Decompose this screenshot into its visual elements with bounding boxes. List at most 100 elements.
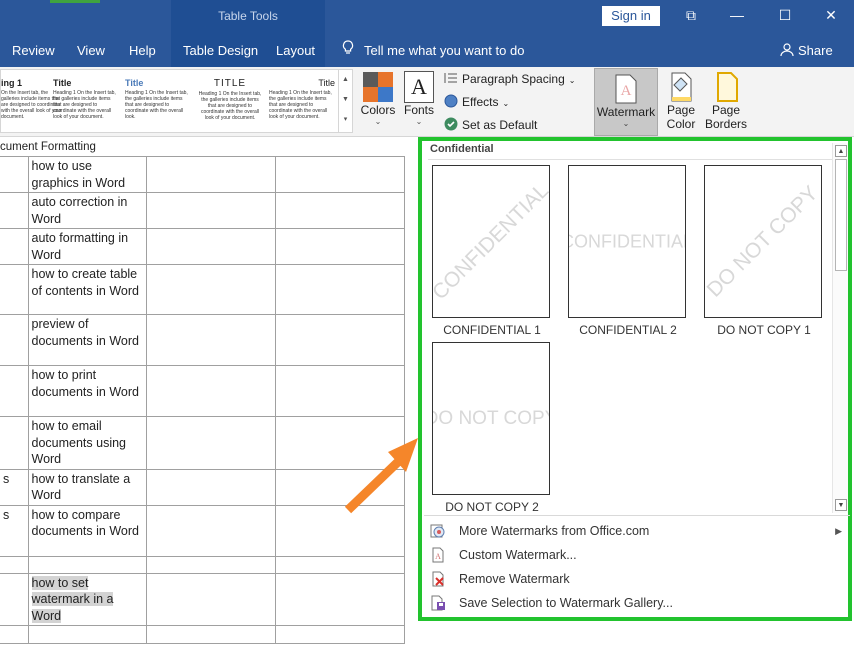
- document-table[interactable]: how to use graphics in Word auto correct…: [0, 156, 405, 644]
- colors-label: Colors: [360, 103, 396, 117]
- document-style-gallery[interactable]: ing 1 On the Insert tab, the galleries i…: [0, 69, 353, 133]
- table-row: auto correction in Word: [0, 192, 405, 229]
- remove-watermark-menu-item[interactable]: Remove Watermark: [428, 568, 846, 590]
- watermark-preview: CONFIDENTIAL: [568, 165, 686, 318]
- gallery-scrollbar[interactable]: ▲ ▼: [832, 143, 848, 513]
- more-watermarks-menu-item[interactable]: More Watermarks from Office.com ▶: [428, 520, 846, 542]
- paragraph-spacing-button[interactable]: Paragraph Spacing ⌄: [444, 71, 575, 86]
- share-button[interactable]: Share: [780, 40, 833, 62]
- page-color-button[interactable]: Page Color: [664, 69, 698, 133]
- selected-text[interactable]: how to set watermark in a Word: [31, 575, 114, 623]
- table-cell[interactable]: how to translate a Word: [27, 468, 147, 506]
- watermark-caption: DO NOT COPY 1: [717, 323, 811, 337]
- close-icon[interactable]: ✕: [816, 4, 846, 26]
- custom-watermark-menu-item[interactable]: A Custom Watermark...: [428, 544, 846, 566]
- sign-in-button[interactable]: Sign in: [602, 6, 660, 26]
- watermark-confidential-1[interactable]: CONFIDENTIAL CONFIDENTIAL 1: [432, 165, 552, 340]
- minimize-icon[interactable]: —: [722, 4, 752, 26]
- tell-me-label: Tell me what you want to do: [364, 43, 525, 58]
- table-row: how to set watermark in a Word: [0, 572, 405, 626]
- watermark-caption: CONFIDENTIAL 1: [443, 323, 541, 337]
- gallery-more-icon[interactable]: ▾: [339, 110, 352, 130]
- style-thumb-3[interactable]: Title Heading 1 On the Insert tab, the g…: [125, 74, 191, 130]
- lightbulb-icon: [340, 40, 356, 62]
- document-heading: cument Formatting: [0, 141, 96, 153]
- gallery-up-icon[interactable]: ▲: [339, 70, 352, 90]
- watermark-do-not-copy-2[interactable]: DO NOT COPY DO NOT COPY 2: [432, 342, 552, 517]
- ribbon: ing 1 On the Insert tab, the galleries i…: [0, 67, 854, 137]
- colors-button[interactable]: Colors ⌄: [358, 69, 398, 133]
- watermark-gallery-panel: Confidential CONFIDENTIAL CONFIDENTIAL 1…: [418, 137, 852, 621]
- tab-review[interactable]: Review: [12, 40, 55, 62]
- annotation-arrow-icon: [344, 438, 418, 514]
- effects-icon: [444, 94, 458, 108]
- custom-watermark-icon: A: [432, 547, 444, 563]
- scroll-down-icon[interactable]: ▼: [835, 499, 847, 511]
- table-cell[interactable]: how to set watermark in a Word: [27, 572, 147, 626]
- context-group-title: Table Tools: [218, 9, 278, 23]
- autosave-indicator: [50, 0, 100, 3]
- tab-table-design[interactable]: Table Design: [183, 40, 258, 62]
- divider: [428, 159, 832, 160]
- watermark-preview: DO NOT COPY: [432, 342, 550, 495]
- watermark-preview: DO NOT COPY: [704, 165, 822, 318]
- table-cell[interactable]: how to create table of contents in Word: [27, 264, 147, 315]
- watermark-do-not-copy-1[interactable]: DO NOT COPY DO NOT COPY 1: [704, 165, 824, 340]
- table-row: how to print documents in Word: [0, 365, 405, 417]
- style-thumb-4[interactable]: TITLE Heading 1 On the Insert tab, the g…: [197, 74, 263, 130]
- page-borders-icon: [717, 72, 738, 102]
- watermark-button[interactable]: A Watermark ⌄: [594, 68, 658, 136]
- paragraph-spacing-icon: [444, 73, 457, 83]
- scrollbar-thumb[interactable]: [835, 159, 847, 271]
- table-cell[interactable]: preview of documents in Word: [27, 314, 147, 366]
- tab-layout[interactable]: Layout: [276, 40, 315, 62]
- effects-button[interactable]: Effects ⌄: [444, 94, 509, 109]
- style-thumb-2[interactable]: Title Heading 1 On the Insert tab, the g…: [53, 74, 119, 130]
- colors-icon: [363, 72, 393, 102]
- watermark-preview: CONFIDENTIAL: [432, 165, 550, 318]
- table-row: auto formatting in Word: [0, 228, 405, 265]
- page-color-icon: [671, 72, 692, 102]
- fonts-button[interactable]: A Fonts ⌄: [400, 69, 438, 133]
- table-cell[interactable]: auto formatting in Word: [27, 228, 147, 265]
- table-row: [0, 625, 405, 644]
- save-to-gallery-menu-item[interactable]: Save Selection to Watermark Gallery...: [428, 592, 846, 614]
- remove-watermark-icon: [432, 571, 444, 587]
- scroll-up-icon[interactable]: ▲: [835, 145, 847, 157]
- table-row: how to use graphics in Word: [0, 156, 405, 193]
- fonts-dropdown-icon: ⌄: [415, 117, 423, 126]
- table-cell[interactable]: how to print documents in Word: [27, 365, 147, 417]
- checkmark-icon: [444, 117, 458, 131]
- watermark-confidential-2[interactable]: CONFIDENTIAL CONFIDENTIAL 2: [568, 165, 688, 340]
- table-cell[interactable]: auto correction in Word: [27, 192, 147, 229]
- style-thumb-5[interactable]: Title Heading 1 On the Insert tab, the g…: [269, 74, 335, 130]
- watermark-icon: A: [615, 74, 637, 104]
- set-as-default-button[interactable]: Set as Default: [444, 117, 537, 132]
- table-row: how to create table of contents in Word: [0, 264, 405, 315]
- svg-text:A: A: [435, 552, 441, 561]
- table-cell[interactable]: how to email documents using Word: [27, 416, 147, 470]
- table-cell[interactable]: how to compare documents in Word: [27, 504, 147, 557]
- gallery-scrollbar[interactable]: ▲ ▼ ▾: [338, 70, 352, 132]
- watermark-dropdown-icon: ⌄: [622, 119, 630, 128]
- watermark-caption: CONFIDENTIAL 2: [579, 323, 677, 337]
- gallery-section-title: Confidential: [430, 143, 494, 155]
- page-borders-button[interactable]: Page Borders: [704, 69, 748, 133]
- table-row: preview of documents in Word: [0, 314, 405, 366]
- tab-view[interactable]: View: [77, 40, 105, 62]
- divider: [424, 515, 850, 516]
- table-row: [0, 555, 405, 574]
- gallery-down-icon[interactable]: ▼: [339, 90, 352, 110]
- person-icon: [780, 43, 794, 57]
- tab-help[interactable]: Help: [129, 40, 156, 62]
- share-label: Share: [798, 43, 833, 58]
- restore-icon[interactable]: ☐: [770, 4, 800, 26]
- tell-me-search[interactable]: Tell me what you want to do: [340, 40, 524, 62]
- fonts-label: Fonts: [403, 103, 434, 117]
- table-cell[interactable]: [27, 555, 147, 574]
- ribbon-display-options-icon[interactable]: ⧉: [676, 4, 706, 26]
- colors-dropdown-icon: ⌄: [374, 117, 382, 126]
- table-cell[interactable]: how to use graphics in Word: [27, 156, 147, 193]
- fonts-icon: A: [404, 71, 434, 103]
- table-cell[interactable]: [27, 625, 147, 644]
